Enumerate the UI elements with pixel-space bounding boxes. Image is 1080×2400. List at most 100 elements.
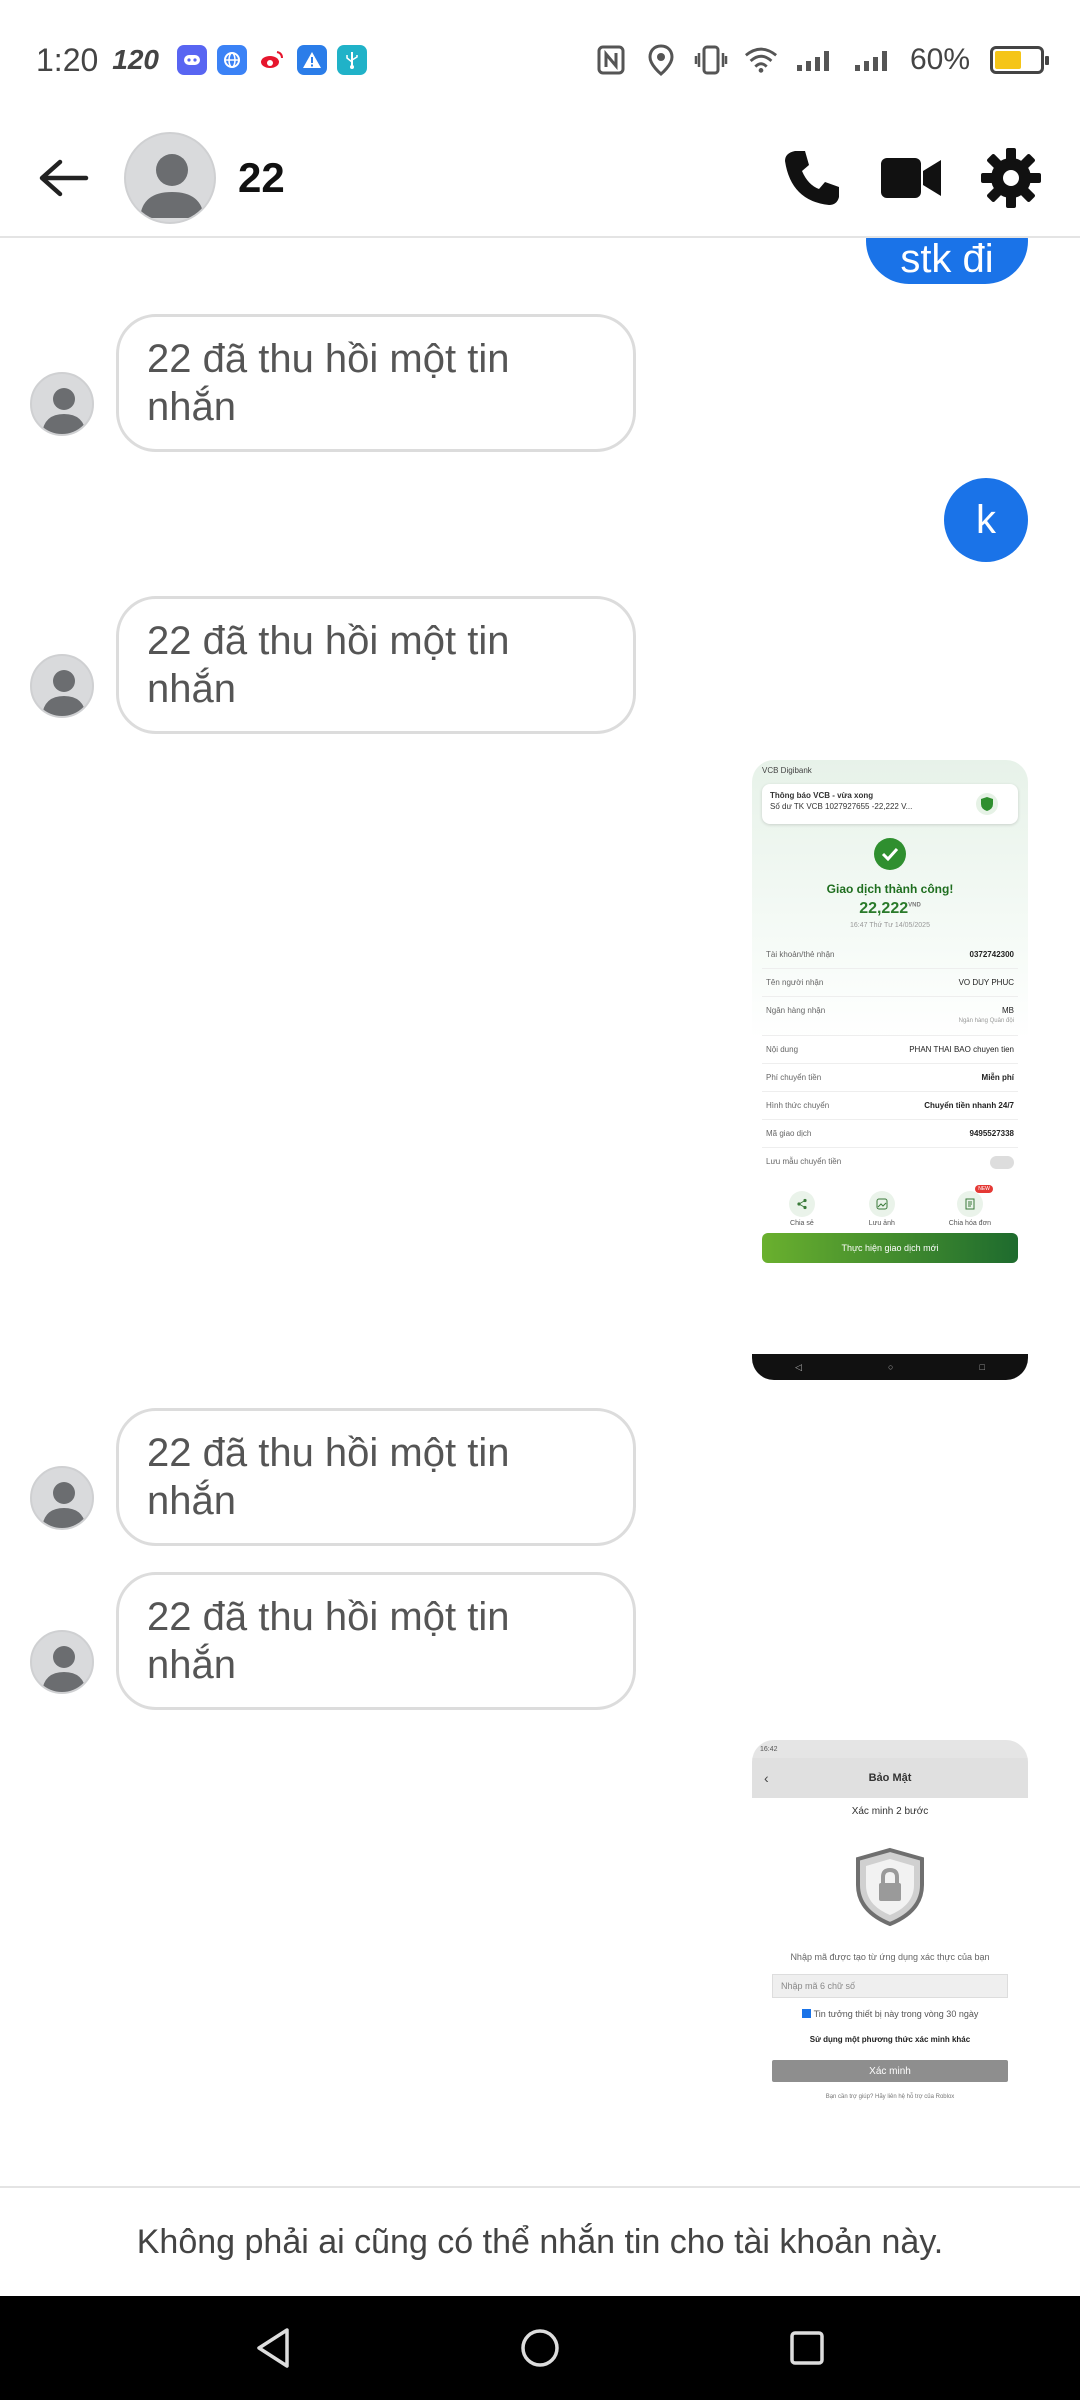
sender-avatar[interactable] [30, 1466, 94, 1530]
receipt-detail-row: Mã giao dịch 9495527338 [762, 1120, 1018, 1148]
wifi-icon [744, 43, 778, 77]
receipt-detail-row: Tên người nhận VO DUY PHUC [762, 969, 1018, 997]
receipt-detail-value: VO DUY PHUC [958, 978, 1014, 987]
status-time: 1:20 [36, 41, 99, 78]
recalled-message-text: 22 đã thu hồi một tin nhắn [147, 1595, 510, 1687]
incoming-message-row: 22 đã thu hồi một tin nhắn [0, 596, 1080, 734]
voice-call-button[interactable] [778, 145, 844, 211]
security-title: Bảo Mật [868, 1772, 912, 1784]
receipt-detail-value: 9495527338 [969, 1129, 1015, 1138]
recalled-message-bubble[interactable]: 22 đã thu hồi một tin nhắn [116, 1408, 636, 1546]
receipt-detail-value: PHAN THAI BAO chuyen tien [909, 1045, 1014, 1054]
outgoing-message[interactable]: stk đi [866, 238, 1028, 284]
receipt-action-save-image: Lưu ảnh [869, 1191, 895, 1227]
settings-button[interactable] [978, 145, 1044, 211]
incoming-message-row: 22 đã thu hồi một tin nhắn [0, 1572, 1080, 1710]
recalled-message-bubble[interactable]: 22 đã thu hồi một tin nhắn [116, 1572, 636, 1710]
security-header: ‹ Bảo Mật [752, 1758, 1028, 1798]
nav-back-icon: ◁ [795, 1361, 802, 1372]
default-user-icon [140, 154, 204, 218]
bill-icon: NEW [956, 1185, 993, 1217]
video-call-button[interactable] [878, 145, 944, 211]
sender-avatar[interactable] [30, 372, 94, 436]
arrow-left-icon [39, 159, 89, 197]
message-list[interactable]: stk đi 22 đã thu hồi một tin nhắn k 22 đ… [0, 238, 1080, 2186]
system-home-button[interactable] [510, 2318, 570, 2378]
security-subtitle: Xác minh 2 bước [851, 1806, 929, 1817]
status-right-group: 60% [594, 43, 1049, 77]
receipt-status: Giao dịch thành công! [826, 882, 954, 896]
chevron-left-icon: ‹ [764, 1770, 769, 1786]
incoming-message-row: 22 đã thu hồi một tin nhắn [0, 314, 1080, 452]
outgoing-message[interactable]: k [944, 478, 1028, 562]
receipt-detail-row: Hình thức chuyển Chuyển tiền nhanh 24/7 [762, 1092, 1018, 1120]
system-back-button[interactable] [243, 2318, 303, 2378]
receipt-amount-value: 22,222 [859, 900, 909, 917]
incoming-message-row: 22 đã thu hồi một tin nhắn [0, 1408, 1080, 1546]
refresh-rate-badge: 120 [112, 44, 159, 75]
browser-icon [217, 45, 247, 75]
warning-icon [297, 45, 327, 75]
receipt-detail-value: 0372742300 [969, 950, 1015, 959]
usb-icon [337, 45, 367, 75]
receipt-detail-value: Chuyển tiền nhanh 24/7 [924, 1101, 1014, 1110]
receipt-action-label: Chia hóa đơn [948, 1220, 992, 1227]
security-trust-device-label: Tin tưởng thiết bị này trong vòng 30 ngà… [813, 2009, 979, 2019]
receipt-detail-label: Ngân hàng nhận [766, 1006, 826, 1015]
circle-home-icon [521, 2329, 559, 2367]
receipt-detail-row: Ngân hàng nhận MB Ngân hàng Quân đội [762, 997, 1018, 1036]
gear-icon [981, 148, 1041, 208]
receipt-nav-bar: ◁ ○ □ [752, 1354, 1028, 1380]
receipt-notif-body: Số dư TK VCB 1027927655 -22,222 V... [770, 802, 913, 811]
receipt-amount: 22,222VND [752, 900, 1028, 918]
battery-icon [990, 46, 1049, 74]
recalled-message-text: 22 đã thu hồi một tin nhắn [147, 619, 510, 711]
bank-receipt-screenshot: VCB Digibank Thông báo VCB - vừa xong Số… [752, 760, 1028, 1380]
default-user-icon [42, 670, 86, 716]
receipt-bank-sub: Ngân hàng Quân đội [958, 1018, 1014, 1024]
signal-icon-sim1 [794, 43, 836, 77]
notice-text: Không phải ai cũng có thể nhắn tin cho t… [136, 2222, 944, 2261]
message-text: stk đi [900, 238, 994, 281]
default-user-icon [42, 1646, 86, 1692]
discord-icon [177, 45, 207, 75]
security-footer: Bạn cần trợ giúp? Hãy liên hệ hỗ trợ của… [825, 2094, 955, 2100]
receipt-detail-row: Phí chuyển tiền Miễn phí [762, 1064, 1018, 1092]
receipt-notif-title: Thông báo VCB - vừa xong [770, 791, 874, 800]
weibo-icon [257, 45, 287, 75]
share-icon [788, 1191, 815, 1217]
messaging-restricted-notice: Không phải ai cũng có thể nhắn tin cho t… [0, 2186, 1080, 2296]
default-user-icon [42, 1482, 86, 1528]
security-verify-button: Xác minh [772, 2060, 1008, 2082]
new-badge: NEW [975, 1185, 993, 1193]
contact-avatar[interactable] [124, 132, 216, 224]
security-code-input: Nhập mã 6 chữ số [772, 1974, 1008, 1998]
system-recents-button[interactable] [777, 2318, 837, 2378]
recalled-message-bubble[interactable]: 22 đã thu hồi một tin nhắn [116, 596, 636, 734]
success-check-icon [874, 838, 906, 870]
nav-recents-icon: □ [979, 1362, 985, 1372]
receipt-detail-label: Mã giao dịch [766, 1129, 812, 1138]
image-message-security-screen[interactable]: 16:42 ‹ Bảo Mật Xác minh 2 bước Nhập mã … [752, 1740, 1028, 2180]
receipt-new-transaction-button: Thực hiện giao dịch mới [762, 1233, 1018, 1263]
security-status-bar: 16:42 [752, 1740, 1028, 1758]
security-screenshot: 16:42 ‹ Bảo Mật Xác minh 2 bước Nhập mã … [752, 1740, 1028, 2180]
image-message-bank-receipt[interactable]: VCB Digibank Thông báo VCB - vừa xong Số… [752, 760, 1028, 1380]
receipt-app-name: VCB Digibank [762, 765, 812, 775]
back-button[interactable] [34, 148, 94, 208]
default-user-icon [42, 388, 86, 434]
receipt-detail-label: Phí chuyển tiền [766, 1073, 822, 1082]
receipt-currency: VND [908, 902, 921, 909]
signal-icon-sim2 [852, 43, 894, 77]
contact-name[interactable]: 22 [238, 154, 285, 202]
receipt-action-share: Chia sẻ [788, 1191, 815, 1227]
vibrate-icon [694, 43, 728, 77]
phone-icon [785, 151, 839, 205]
security-trust-device: Tin tưởng thiết bị này trong vòng 30 ngà… [772, 2008, 1008, 2021]
sender-avatar[interactable] [30, 1630, 94, 1694]
status-bar: 1:20 120 60% [0, 0, 1080, 120]
shield-icon [976, 793, 998, 815]
system-navigation-bar [0, 2296, 1080, 2400]
recalled-message-bubble[interactable]: 22 đã thu hồi một tin nhắn [116, 314, 636, 452]
sender-avatar[interactable] [30, 654, 94, 718]
